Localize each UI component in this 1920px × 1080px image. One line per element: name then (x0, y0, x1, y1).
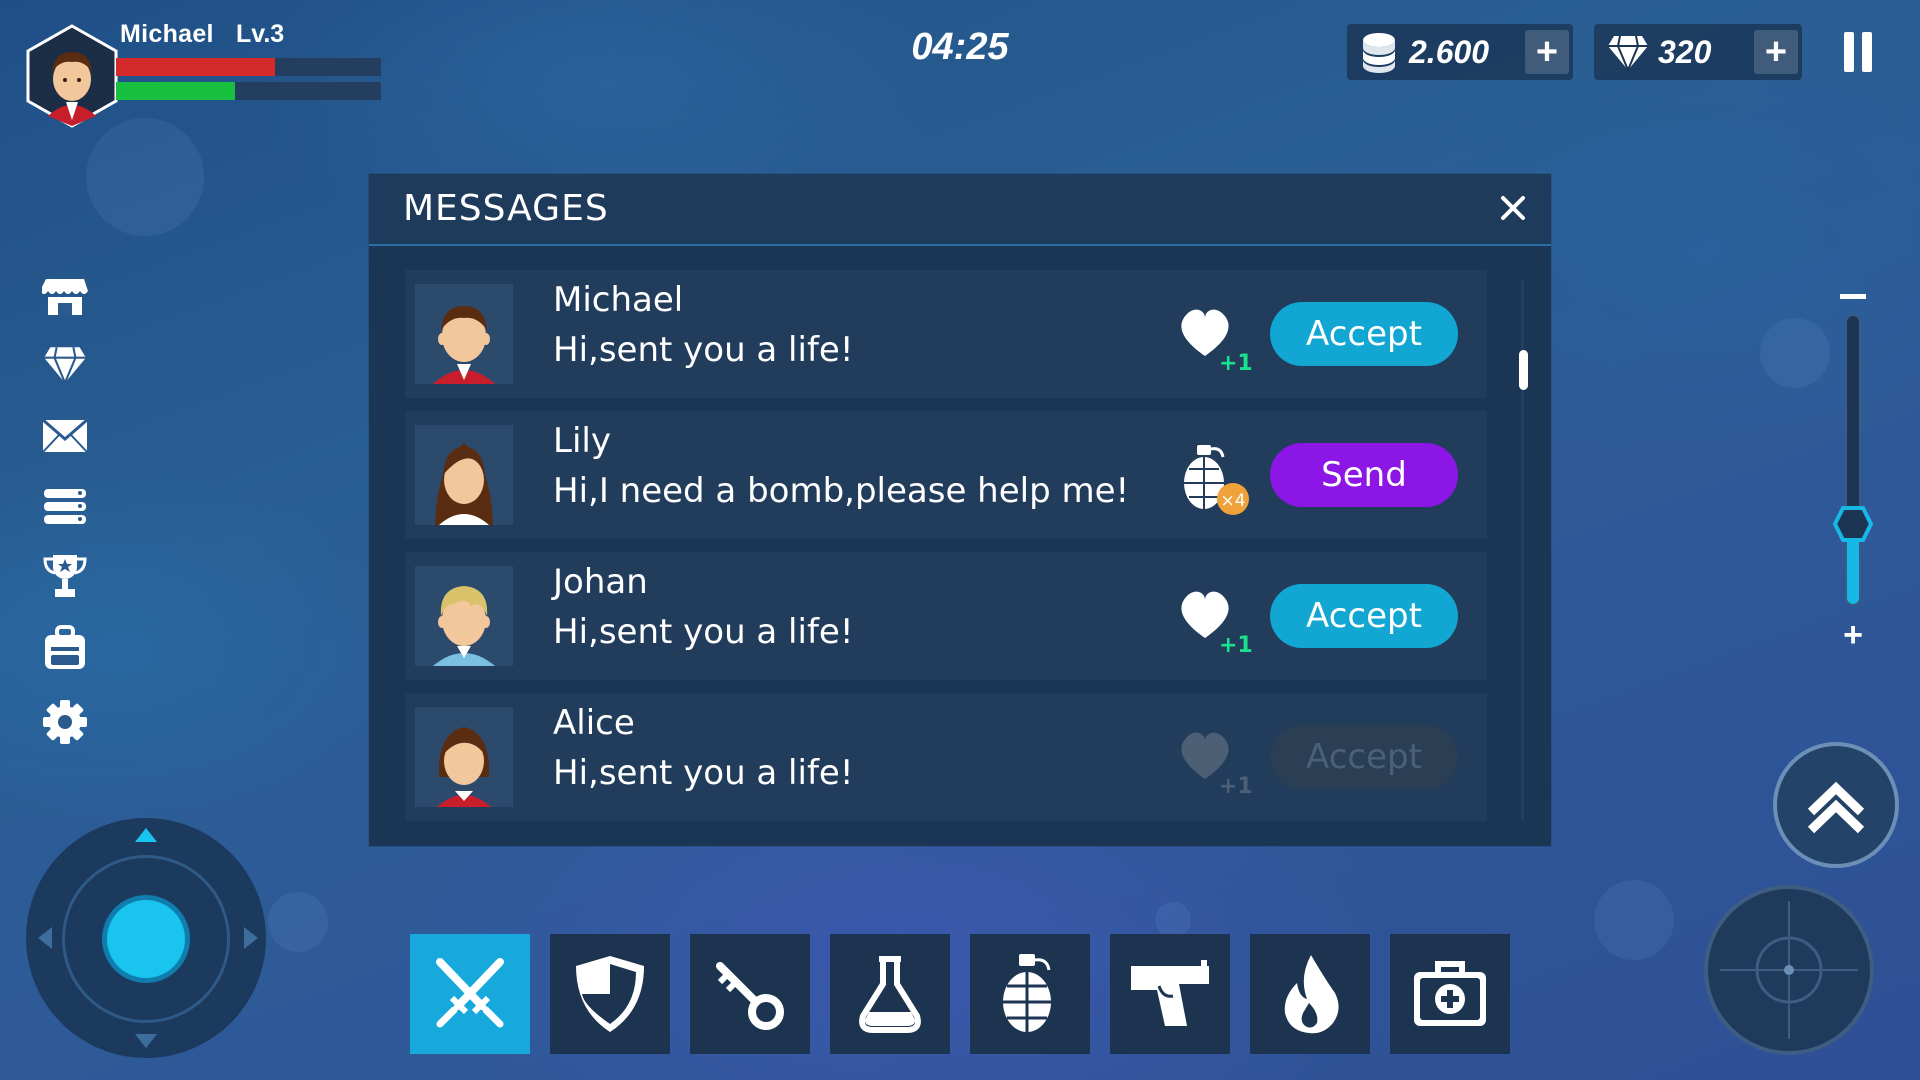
close-icon[interactable] (1495, 190, 1531, 226)
grenade-icon: ×4 (1184, 445, 1249, 515)
gift-count: +1 (1219, 351, 1253, 376)
diamond-icon (1608, 35, 1648, 72)
dialog-title: MESSAGES (403, 188, 609, 229)
joystick-arrow-right-icon (244, 927, 258, 949)
fire-icon (1284, 955, 1339, 1034)
lily-avatar (415, 425, 513, 525)
gems-counter: 320 + (1594, 24, 1802, 80)
gems-value: 320 (1658, 33, 1712, 70)
item-slot-swords[interactable] (410, 934, 530, 1054)
diamond-shop-icon[interactable] (40, 342, 90, 386)
item-slot-fire[interactable] (1250, 934, 1370, 1054)
sender-name: Johan (553, 562, 648, 602)
backpack-icon[interactable] (40, 625, 90, 670)
game-timer: 04:25 (911, 26, 1009, 68)
player-name: Michael (120, 20, 214, 48)
player-avatar[interactable] (26, 24, 118, 128)
player-level: Lv.3 (236, 20, 285, 48)
scrollbar-thumb[interactable] (1519, 350, 1528, 390)
item-slot-grenade[interactable] (970, 934, 1090, 1054)
sender-name: Lily (553, 421, 611, 461)
gift-count: +1 (1219, 774, 1253, 799)
send-button[interactable]: Send (1270, 443, 1458, 507)
shop-icon[interactable] (40, 274, 90, 318)
joystick-arrow-left-icon (38, 927, 52, 949)
joystick-arrow-up-icon (135, 828, 157, 842)
item-slot-potion[interactable] (830, 934, 950, 1054)
message-row-johan: Johan Hi,sent you a life! +1 Accept (405, 552, 1487, 680)
message-row-lily: Lily Hi,I need a bomb,please help me! ×4… (405, 411, 1487, 539)
zoom-in-button[interactable]: + (1838, 618, 1868, 652)
message-text: Hi,sent you a life! (553, 612, 854, 652)
zoom-slider-handle[interactable] (1833, 506, 1873, 542)
list-icon[interactable] (40, 484, 90, 528)
sender-name: Michael (553, 280, 684, 320)
message-text: Hi,I need a bomb,please help me! (553, 471, 1130, 511)
key-icon (716, 962, 784, 1030)
joystick-arrow-down-icon (135, 1034, 157, 1048)
message-row-michael: Michael Hi,sent you a life! +1 Accept (405, 270, 1487, 398)
zoom-out-button[interactable] (1840, 294, 1866, 299)
heart-icon: +1 (1181, 732, 1253, 799)
double-chevron-up-icon (1807, 781, 1865, 834)
gift-count: ×4 (1220, 491, 1245, 511)
aim-button[interactable] (1704, 885, 1874, 1055)
health-bar (116, 58, 381, 76)
item-slot-key[interactable] (690, 934, 810, 1054)
message-text: Hi,sent you a life! (553, 330, 854, 370)
alice-avatar (415, 707, 513, 807)
dialog-header: MESSAGES (369, 174, 1551, 246)
accept-button-disabled[interactable]: Accept (1270, 725, 1458, 789)
settings-icon[interactable] (40, 700, 90, 744)
messages-dialog: MESSAGES Michael Hi,sent you a life! +1 … (369, 174, 1551, 846)
potion-flask-icon (859, 956, 921, 1033)
joystick-knob[interactable] (102, 895, 190, 983)
item-slot-shield[interactable] (550, 934, 670, 1054)
grenade-icon (1003, 954, 1051, 1032)
add-gems-button[interactable]: + (1754, 30, 1798, 74)
pistol-icon (1131, 960, 1209, 1026)
gift-count: +1 (1219, 633, 1253, 658)
coins-counter: 2.600 + (1347, 24, 1573, 80)
mail-icon[interactable] (40, 414, 90, 458)
pause-button[interactable] (1842, 32, 1872, 72)
item-slot-pistol[interactable] (1110, 934, 1230, 1054)
crossed-swords-icon (436, 958, 504, 1028)
energy-bar (116, 82, 381, 100)
jump-button[interactable] (1773, 742, 1899, 868)
crosshair-icon (1720, 901, 1858, 1039)
add-coins-button[interactable]: + (1525, 30, 1569, 74)
message-row-alice: Alice Hi,sent you a life! +1 Accept (405, 693, 1487, 821)
sender-name: Alice (553, 703, 635, 743)
heart-icon: +1 (1181, 309, 1253, 376)
coin-stack-icon (1363, 33, 1395, 73)
coins-value: 2.600 (1409, 33, 1490, 70)
message-text: Hi,sent you a life! (553, 753, 854, 793)
michael-avatar (415, 284, 513, 384)
item-slot-medkit[interactable] (1390, 934, 1510, 1054)
trophy-icon[interactable] (40, 554, 90, 598)
heart-icon: +1 (1181, 591, 1253, 658)
medkit-icon (1414, 961, 1486, 1026)
shield-icon (576, 956, 644, 1032)
accept-button[interactable]: Accept (1270, 584, 1458, 648)
accept-button[interactable]: Accept (1270, 302, 1458, 366)
johan-avatar (415, 566, 513, 666)
